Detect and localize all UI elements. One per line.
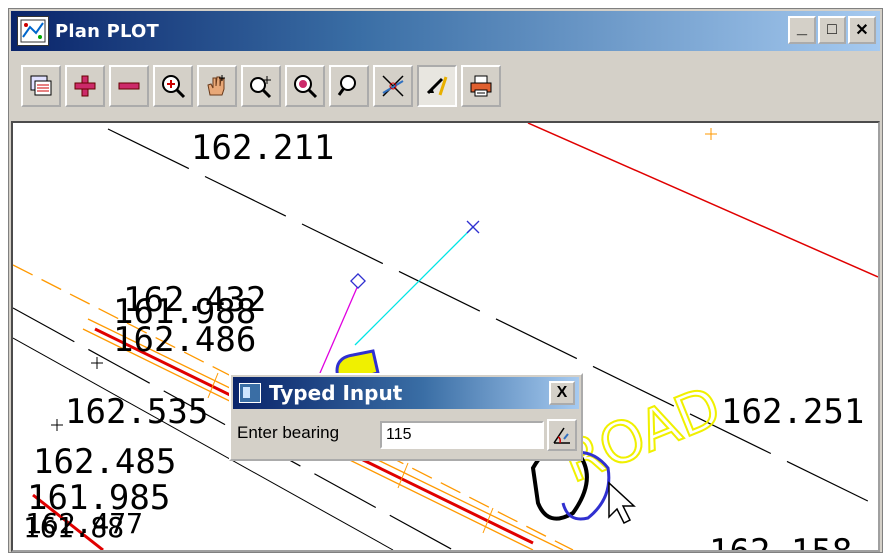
bearing-input[interactable]: 115 [380,421,544,449]
elevation-label: 162.535 [65,392,208,432]
elevation-label: 162.485 [33,442,176,482]
zoom-fit-button[interactable] [285,65,325,107]
blue-x-marker [466,220,480,234]
pick-bearing-button[interactable] [547,419,577,451]
blue-diamond-marker [350,273,366,289]
cursor-cross-icon [382,75,404,97]
elevation-label: 162.486 [113,320,256,360]
red-boundary-line [527,123,878,278]
elevation-label: 162.158 [709,532,852,550]
pick-tool-icon [426,76,448,96]
cyan-bearing-line [354,226,474,346]
mouse-cursor-icon [608,481,636,525]
survey-cross [51,419,63,431]
maximize-icon: □ [827,21,837,38]
elevation-label: 161.88 [23,511,124,544]
close-icon: X [556,384,568,401]
zoom-in-plus-icon [74,75,96,97]
zoom-extents-button[interactable] [153,65,193,107]
zoom-window-button[interactable] [329,65,369,107]
maximize-button[interactable]: □ [818,16,846,44]
zoom-fit-icon [294,75,318,99]
orange-tick [397,462,409,489]
dialog-title: Typed Input [269,381,403,405]
layers-icon [30,75,52,96]
zoom-extents-icon [162,75,186,99]
dialog-close-button[interactable]: X [549,381,575,405]
layers-button[interactable] [21,65,61,107]
plan-canvas[interactable]: 162.211 162.432 161.988 162.486 162.535 … [11,121,880,552]
cursor-cross-button[interactable] [373,65,413,107]
typed-input-dialog: Typed Input X Enter bearing 115 [229,373,583,461]
plan-plot-app-icon [17,16,49,46]
title-bar[interactable]: Plan PLOT _ □ ✕ [11,11,880,51]
pan-hand-icon [207,75,225,96]
zoom-interactive-button[interactable] [241,65,281,107]
dialog-title-bar[interactable]: Typed Input X [233,377,579,409]
close-icon: ✕ [855,22,869,39]
window-title: Plan PLOT [55,20,159,42]
elevation-label: 162.211 [191,128,334,168]
bearing-label: Enter bearing [237,423,340,442]
minimize-button[interactable]: _ [788,16,816,44]
zoom-interactive-icon [250,76,272,99]
dialog-window-icon [239,383,261,403]
plan-drawing: 162.211 162.432 161.988 162.486 162.535 … [13,123,878,550]
plot-toolbar [11,57,880,115]
zoom-out-button[interactable] [109,65,149,107]
pan-button[interactable] [197,65,237,107]
orange-point-marker [705,128,717,140]
angle-pick-icon [553,427,570,444]
pick-tool-button[interactable] [417,65,457,107]
plan-plot-window: Plan PLOT _ □ ✕ 162.211 162.432 161.988 … [8,8,883,553]
zoom-window-icon [337,75,356,96]
zoom-out-minus-icon [118,82,140,90]
zoom-in-button[interactable] [65,65,105,107]
elevation-label: 162.251 [721,392,864,432]
plot-printer-button[interactable] [461,65,501,107]
plot-printer-icon [470,75,492,97]
survey-cross [91,357,103,369]
close-button[interactable]: ✕ [848,16,876,44]
minimize-icon: _ [796,16,807,37]
